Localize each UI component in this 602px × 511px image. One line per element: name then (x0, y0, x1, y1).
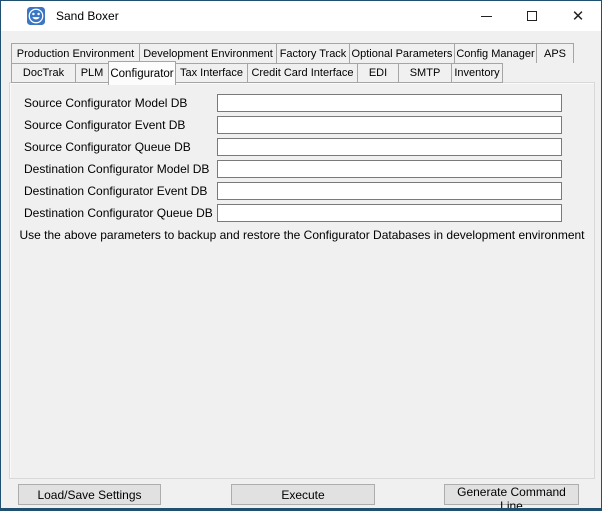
load-save-settings-button[interactable]: Load/Save Settings (18, 484, 161, 505)
destination-configurator-event-db-label: Destination Configurator Event DB (24, 184, 217, 198)
tab-plm[interactable]: PLM (75, 63, 109, 83)
destination-configurator-model-db-input[interactable] (217, 160, 562, 178)
maximize-button[interactable] (509, 1, 555, 31)
source-configurator-event-db-label: Source Configurator Event DB (24, 118, 217, 132)
form-row: Source Configurator Event DB (10, 116, 594, 134)
destination-configurator-queue-db-label: Destination Configurator Queue DB (24, 206, 217, 220)
maximize-icon (527, 11, 537, 21)
form-row: Destination Configurator Event DB (10, 182, 594, 200)
form-row: Source Configurator Model DB (10, 94, 594, 112)
close-icon: ✕ (572, 9, 585, 24)
generate-command-line-button[interactable]: Generate Command Line (444, 484, 579, 505)
tab-smtp[interactable]: SMTP (398, 63, 452, 83)
tab-row-1: Production Environment Development Envir… (11, 43, 574, 63)
destination-configurator-model-db-label: Destination Configurator Model DB (24, 162, 217, 176)
tab-aps[interactable]: APS (536, 43, 574, 63)
source-configurator-model-db-input[interactable] (217, 94, 562, 112)
form-row: Source Configurator Queue DB (10, 138, 594, 156)
tab-inventory[interactable]: Inventory (451, 63, 503, 83)
form-row: Destination Configurator Model DB (10, 160, 594, 178)
window-title: Sand Boxer (56, 9, 119, 23)
tab-config-manager[interactable]: Config Manager (454, 43, 537, 63)
destination-configurator-event-db-input[interactable] (217, 182, 562, 200)
tab-row-2: DocTrak PLM Configurator Tax Interface C… (11, 63, 574, 83)
tab-edi[interactable]: EDI (357, 63, 399, 83)
source-configurator-event-db-input[interactable] (217, 116, 562, 134)
caption-buttons: ✕ (463, 1, 601, 31)
minimize-icon (481, 16, 492, 17)
tab-strip: Production Environment Development Envir… (11, 43, 574, 83)
execute-button[interactable]: Execute (231, 484, 375, 505)
tab-configurator[interactable]: Configurator (108, 61, 176, 85)
smiley-app-icon[interactable] (27, 7, 45, 25)
source-configurator-model-db-label: Source Configurator Model DB (24, 96, 217, 110)
minimize-button[interactable] (463, 1, 509, 31)
tab-optional-parameters[interactable]: Optional Parameters (349, 43, 455, 63)
configurator-tab-panel: Source Configurator Model DB Source Conf… (9, 82, 595, 479)
source-configurator-queue-db-input[interactable] (217, 138, 562, 156)
tab-credit-card-interface[interactable]: Credit Card Interface (247, 63, 358, 83)
tab-doctrak[interactable]: DocTrak (11, 63, 76, 83)
tab-factory-track[interactable]: Factory Track (276, 43, 350, 63)
tab-production-environment[interactable]: Production Environment (11, 43, 140, 63)
form-row: Destination Configurator Queue DB (10, 204, 594, 222)
close-button[interactable]: ✕ (555, 1, 601, 31)
configurator-form: Source Configurator Model DB Source Conf… (10, 83, 594, 222)
app-window: Sand Boxer ✕ Production Environment Deve… (0, 0, 602, 511)
tab-development-environment[interactable]: Development Environment (139, 43, 277, 63)
tab-tax-interface[interactable]: Tax Interface (175, 63, 248, 83)
configurator-note: Use the above parameters to backup and r… (10, 228, 594, 242)
titlebar: Sand Boxer ✕ (1, 1, 601, 31)
destination-configurator-queue-db-input[interactable] (217, 204, 562, 222)
source-configurator-queue-db-label: Source Configurator Queue DB (24, 140, 217, 154)
